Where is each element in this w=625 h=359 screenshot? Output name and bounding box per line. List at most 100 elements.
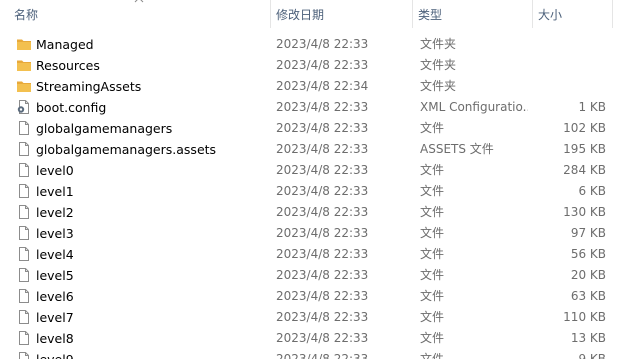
file-name: level2 [36, 205, 74, 220]
file-name: globalgamemanagers.assets [36, 142, 217, 157]
file-name: boot.config [36, 100, 107, 115]
file-icon [16, 120, 32, 136]
column-divider[interactable] [612, 0, 613, 28]
file-row[interactable]: level0 2023/4/8 22:33 文件 284 KB [0, 160, 625, 181]
file-modified-date: 2023/4/8 22:33 [276, 121, 369, 135]
file-name: level4 [36, 247, 74, 262]
file-type: 文件 [420, 205, 445, 219]
file-type: ASSETS 文件 [420, 142, 494, 156]
file-name: level9 [36, 349, 266, 359]
folder-icon [16, 36, 32, 52]
file-modified-date: 2023/4/8 22:33 [276, 58, 369, 72]
file-size: 6 KB [578, 184, 606, 198]
file-name: Resources [36, 58, 100, 73]
file-row[interactable]: level3 2023/4/8 22:33 文件 97 KB [0, 223, 625, 244]
file-size: 20 KB [570, 268, 606, 282]
file-modified-date: 2023/4/8 22:33 [276, 268, 369, 282]
file-row[interactable]: StreamingAssets 2023/4/8 22:34 文件夹 [0, 76, 625, 97]
column-header-size[interactable]: 大小 [532, 0, 612, 28]
file-row[interactable]: globalgamemanagers.assets 2023/4/8 22:33 A… [0, 139, 625, 160]
file-type: 文件 [420, 184, 445, 198]
folder-icon [16, 57, 32, 73]
file-size: 13 KB [570, 331, 606, 345]
file-size: 195 KB [563, 142, 606, 156]
file-type: 文件 [420, 289, 445, 303]
file-icon [16, 162, 32, 178]
file-modified-date: 2023/4/8 22:33 [276, 37, 369, 51]
file-icon [16, 330, 32, 346]
file-type: 文件 [420, 352, 445, 359]
file-size: 130 KB [563, 205, 606, 219]
column-header-bar: 名称 修改日期 类型 大小 [0, 0, 625, 28]
file-modified-date: 2023/4/8 22:33 [276, 142, 369, 156]
file-name: level7 [36, 310, 74, 325]
file-size [530, 76, 606, 97]
file-row[interactable]: Resources 2023/4/8 22:33 文件夹 [0, 55, 625, 76]
file-name: globalgamemanagers [36, 121, 173, 136]
file-type: 文件 [420, 226, 445, 240]
file-row[interactable]: boot.config 2023/4/8 22:33 XML Configurati… [0, 97, 625, 118]
file-size: 63 KB [570, 289, 606, 303]
file-size [530, 34, 606, 55]
file-icon [16, 225, 32, 241]
file-icon [16, 309, 32, 325]
file-type: 文件 [420, 121, 445, 135]
file-row[interactable]: level4 2023/4/8 22:33 文件 56 KB [0, 244, 625, 265]
file-icon [16, 141, 32, 157]
file-row[interactable]: globalgamemanagers 2023/4/8 22:33 文件 102 KB [0, 118, 625, 139]
config-file-icon [16, 99, 32, 115]
file-icon [16, 351, 32, 359]
file-row[interactable]: level6 2023/4/8 22:33 文件 63 KB [0, 286, 625, 307]
file-type: 文件 [420, 310, 445, 324]
file-type: 文件夹 [420, 37, 457, 51]
file-modified-date: 2023/4/8 22:33 [276, 310, 369, 324]
file-icon [16, 288, 32, 304]
file-row[interactable]: Managed 2023/4/8 22:33 文件夹 [0, 34, 625, 55]
file-name: level1 [36, 184, 74, 199]
file-type: 文件夹 [420, 58, 457, 72]
file-row[interactable]: level9 2023/4/8 22:33 文件 9 KB [0, 349, 625, 359]
file-size: 9 KB [578, 352, 606, 359]
file-size: 110 KB [563, 310, 606, 324]
file-row[interactable]: level7 2023/4/8 22:33 文件 110 KB [0, 307, 625, 328]
file-modified-date: 2023/4/8 22:33 [276, 184, 369, 198]
file-size: 284 KB [563, 163, 606, 177]
file-name: Managed [36, 37, 94, 52]
column-header-date[interactable]: 修改日期 [270, 0, 412, 28]
file-type: 文件 [420, 331, 445, 345]
file-size: 97 KB [570, 226, 606, 240]
file-name: level5 [36, 268, 74, 283]
file-modified-date: 2023/4/8 22:33 [276, 163, 369, 177]
file-modified-date: 2023/4/8 22:33 [276, 205, 369, 219]
file-name: level0 [36, 163, 74, 178]
file-icon [16, 246, 32, 262]
column-header-name[interactable]: 名称 [8, 0, 270, 28]
file-modified-date: 2023/4/8 22:33 [276, 331, 369, 345]
file-type: 文件 [420, 247, 445, 261]
file-modified-date: 2023/4/8 22:33 [276, 247, 369, 261]
file-modified-date: 2023/4/8 22:33 [276, 100, 369, 114]
file-modified-date: 2023/4/8 22:33 [276, 289, 369, 303]
file-modified-date: 2023/4/8 22:33 [276, 352, 369, 359]
file-name: level8 [36, 331, 74, 346]
file-row[interactable]: level1 2023/4/8 22:33 文件 6 KB [0, 181, 625, 202]
file-name: level3 [36, 226, 74, 241]
file-row[interactable]: level8 2023/4/8 22:33 文件 13 KB [0, 328, 625, 349]
file-name: StreamingAssets [36, 79, 142, 94]
file-type: XML Configuratio... [420, 100, 528, 114]
file-icon [16, 204, 32, 220]
folder-icon [16, 78, 32, 94]
file-row[interactable]: level5 2023/4/8 22:33 文件 20 KB [0, 265, 625, 286]
file-size: 102 KB [563, 121, 606, 135]
file-modified-date: 2023/4/8 22:33 [276, 226, 369, 240]
file-list: Managed 2023/4/8 22:33 文件夹 Resources 2023/4/… [0, 34, 625, 359]
file-name: level6 [36, 289, 74, 304]
file-modified-date: 2023/4/8 22:34 [276, 79, 369, 93]
file-type: 文件夹 [420, 79, 457, 93]
file-icon [16, 183, 32, 199]
file-row[interactable]: level2 2023/4/8 22:33 文件 130 KB [0, 202, 625, 223]
file-size [530, 55, 606, 76]
file-type: 文件 [420, 268, 445, 282]
file-type: 文件 [420, 163, 445, 177]
column-header-type[interactable]: 类型 [412, 0, 532, 28]
